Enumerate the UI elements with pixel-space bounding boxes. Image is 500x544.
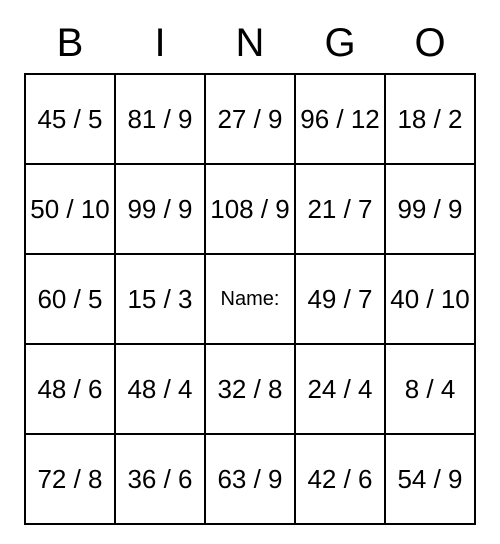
bingo-row: 48 / 6 48 / 4 32 / 8 24 / 4 8 / 4 xyxy=(25,344,475,434)
bingo-cell[interactable]: 18 / 2 xyxy=(385,74,475,164)
bingo-cell[interactable]: 96 / 12 xyxy=(295,74,385,164)
bingo-cell[interactable]: 72 / 8 xyxy=(25,434,115,524)
bingo-free-cell[interactable]: Name: xyxy=(205,254,295,344)
bingo-row: 72 / 8 36 / 6 63 / 9 42 / 6 54 / 9 xyxy=(25,434,475,524)
bingo-cell[interactable]: 54 / 9 xyxy=(385,434,475,524)
bingo-row: 45 / 5 81 / 9 27 / 9 96 / 12 18 / 2 xyxy=(25,74,475,164)
bingo-row: 60 / 5 15 / 3 Name: 49 / 7 40 / 10 xyxy=(25,254,475,344)
bingo-header-n: N xyxy=(205,18,295,74)
bingo-cell[interactable]: 108 / 9 xyxy=(205,164,295,254)
bingo-header-g: G xyxy=(295,18,385,74)
bingo-cell[interactable]: 81 / 9 xyxy=(115,74,205,164)
bingo-cell[interactable]: 21 / 7 xyxy=(295,164,385,254)
bingo-cell[interactable]: 36 / 6 xyxy=(115,434,205,524)
bingo-cell[interactable]: 40 / 10 xyxy=(385,254,475,344)
bingo-cell[interactable]: 48 / 4 xyxy=(115,344,205,434)
bingo-cell[interactable]: 63 / 9 xyxy=(205,434,295,524)
bingo-cell[interactable]: 8 / 4 xyxy=(385,344,475,434)
bingo-cell[interactable]: 60 / 5 xyxy=(25,254,115,344)
bingo-cell[interactable]: 99 / 9 xyxy=(115,164,205,254)
bingo-card: B I N G O 45 / 5 81 / 9 27 / 9 96 / 12 1… xyxy=(24,18,476,525)
bingo-header-b: B xyxy=(25,18,115,74)
bingo-cell[interactable]: 49 / 7 xyxy=(295,254,385,344)
bingo-header-o: O xyxy=(385,18,475,74)
bingo-cell[interactable]: 42 / 6 xyxy=(295,434,385,524)
bingo-cell[interactable]: 48 / 6 xyxy=(25,344,115,434)
bingo-cell[interactable]: 99 / 9 xyxy=(385,164,475,254)
bingo-cell[interactable]: 27 / 9 xyxy=(205,74,295,164)
bingo-row: 50 / 10 99 / 9 108 / 9 21 / 7 99 / 9 xyxy=(25,164,475,254)
bingo-cell[interactable]: 45 / 5 xyxy=(25,74,115,164)
bingo-cell[interactable]: 32 / 8 xyxy=(205,344,295,434)
bingo-cell[interactable]: 24 / 4 xyxy=(295,344,385,434)
bingo-cell[interactable]: 50 / 10 xyxy=(25,164,115,254)
bingo-header-row: B I N G O xyxy=(25,18,475,74)
bingo-cell[interactable]: 15 / 3 xyxy=(115,254,205,344)
bingo-header-i: I xyxy=(115,18,205,74)
